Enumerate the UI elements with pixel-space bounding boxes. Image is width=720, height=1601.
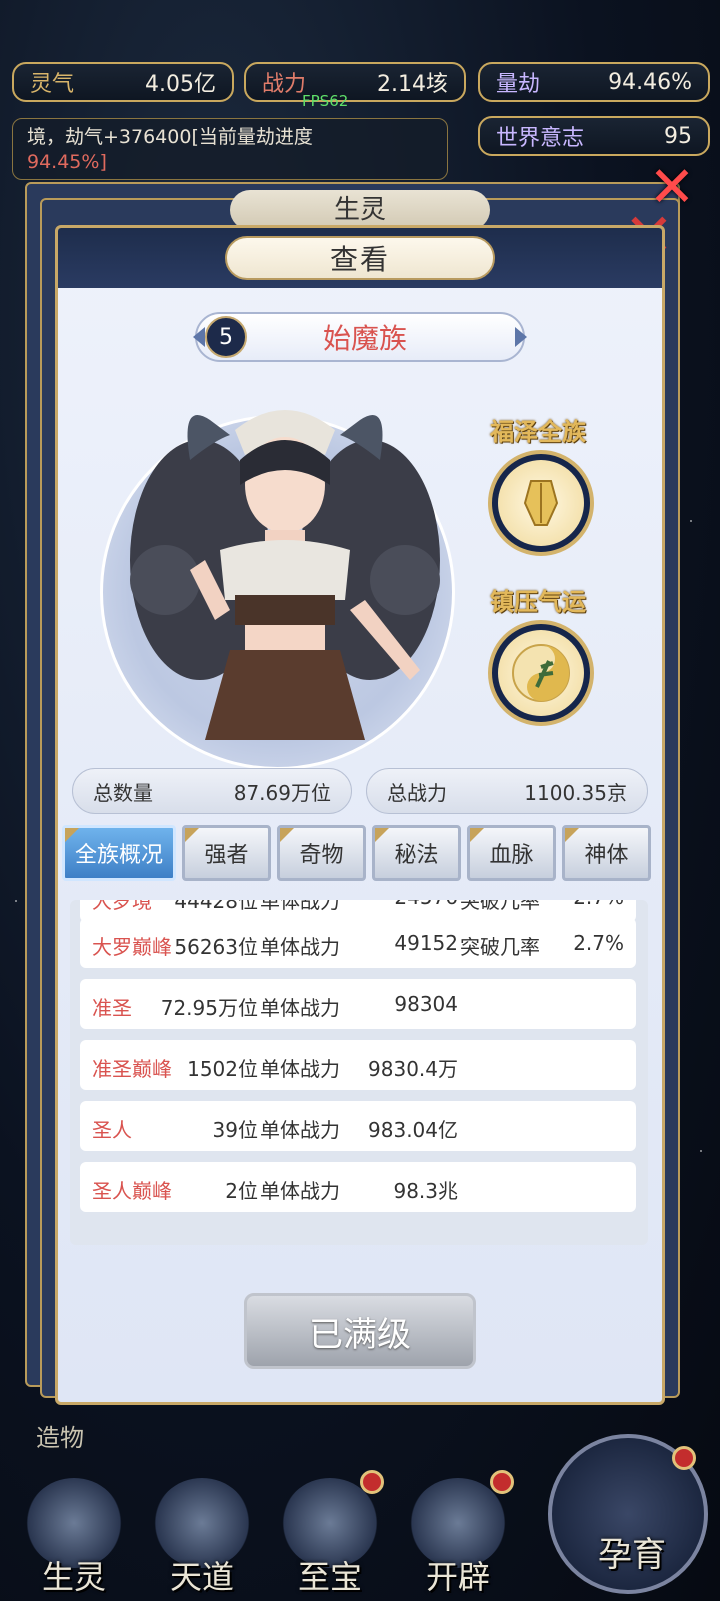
trait-title: 镇压气运 <box>490 587 586 616</box>
tab-bloodline[interactable]: 血脉 <box>467 825 556 881</box>
max-level-button[interactable]: 已满级 <box>244 1293 476 1369</box>
power-value: 9830.4万 <box>368 1057 458 1081</box>
nav-label: 孕育 <box>598 1535 666 1575</box>
total-count-label: 总数量 <box>93 780 153 805</box>
resource-lingqi: 灵气 4.05亿 <box>12 62 234 102</box>
race-name: 始魔族 <box>322 322 407 355</box>
nav-zaowu[interactable]: 造物 <box>36 1418 84 1453</box>
power-value: 98304 <box>394 992 458 1016</box>
total-power-value: 1100.35京 <box>524 780 627 805</box>
rank-count: 44428位 <box>174 900 258 913</box>
next-arrow-icon[interactable] <box>515 327 527 347</box>
list-item: 圣人 39位 单体战力 983.04亿 <box>80 1101 636 1151</box>
total-power-box: 总战力 1100.35京 <box>366 768 648 814</box>
resource-value: 95 <box>664 123 692 149</box>
message-progress: 94.45%] <box>27 151 107 173</box>
power-label: 单体战力 <box>260 1057 340 1081</box>
tab-overview[interactable]: 全族概况 <box>62 825 176 881</box>
resource-label: 战力 <box>262 72 307 97</box>
resource-zhanli: 战力 2.14垓 <box>244 62 466 102</box>
break-label: 突破几率 <box>460 935 540 959</box>
rank-count: 1502位 <box>187 1057 258 1081</box>
resource-world-will: 世界意志 95 <box>478 116 710 156</box>
rank-name: 大罗境 <box>92 900 152 913</box>
notification-dot <box>490 1470 514 1494</box>
rank-count: 72.95万位 <box>160 996 258 1020</box>
nav-label: 开辟 <box>425 1558 490 1596</box>
race-selector[interactable]: 5 始魔族 <box>193 312 527 362</box>
power-value: 983.04亿 <box>368 1118 458 1142</box>
rank-name: 准圣巅峰 <box>92 1057 172 1081</box>
break-label: 突破几率 <box>460 900 540 913</box>
dialog-title: 查看 <box>225 236 495 280</box>
break-rate: 2.7% <box>573 900 624 909</box>
prev-arrow-icon[interactable] <box>193 327 205 347</box>
dialog-header: 查看 <box>58 228 662 288</box>
power-label: 单体战力 <box>260 900 340 913</box>
rank-name: 圣人巅峰 <box>92 1179 172 1203</box>
power-label: 单体战力 <box>260 935 340 959</box>
total-count-box: 总数量 87.69万位 <box>72 768 352 814</box>
nav-label: 生灵 <box>41 1558 106 1596</box>
nav-tiandao[interactable]: 天道 <box>142 1478 262 1598</box>
rank-name: 大罗巅峰 <box>92 935 172 959</box>
race-number-badge: 5 <box>205 316 247 358</box>
power-value: 98.3兆 <box>393 1179 458 1203</box>
race-portrait-image <box>130 410 440 740</box>
nav-kaipi[interactable]: 开辟 <box>398 1478 518 1598</box>
background-title: 生灵 <box>230 190 490 230</box>
rank-count: 56263位 <box>174 935 258 959</box>
resource-liangjie: 量劫 94.46% <box>478 62 710 102</box>
notification-dot <box>360 1470 384 1494</box>
nav-label: 至宝 <box>297 1558 362 1596</box>
tab-strong[interactable]: 强者 <box>182 825 271 881</box>
resource-label: 灵气 <box>30 72 75 97</box>
power-label: 单体战力 <box>260 996 340 1020</box>
event-message: 境，劫气+376400[当前量劫进度 94.45%] <box>12 118 448 180</box>
tab-divine-body[interactable]: 神体 <box>562 825 651 881</box>
power-label: 单体战力 <box>260 1118 340 1142</box>
power-label: 单体战力 <box>260 1179 340 1203</box>
tab-secret-art[interactable]: 秘法 <box>372 825 461 881</box>
nav-zhibao[interactable]: 至宝 <box>270 1478 390 1598</box>
resource-value: 4.05亿 <box>145 72 216 97</box>
list-item: 准圣巅峰 1502位 单体战力 9830.4万 <box>80 1040 636 1090</box>
rank-name: 准圣 <box>92 996 132 1020</box>
golden-armor-icon[interactable] <box>488 450 594 556</box>
list-item: 圣人巅峰 2位 单体战力 98.3兆 <box>80 1162 636 1212</box>
resource-value: 94.46% <box>608 69 692 95</box>
message-line: 境，劫气+376400[当前量劫进度 <box>27 126 313 148</box>
power-value: 24576 <box>394 900 458 909</box>
nav-shengling[interactable]: 生灵 <box>14 1478 134 1598</box>
rank-list[interactable]: 大罗境 44428位 单体战力 24576 突破几率 2.7% 大罗巅峰 562… <box>70 900 648 1245</box>
break-rate: 2.7% <box>573 931 624 955</box>
list-item: 准圣 72.95万位 单体战力 98304 <box>80 979 636 1029</box>
trait-title: 福泽全族 <box>490 417 586 446</box>
rank-count: 2位 <box>225 1179 258 1203</box>
resource-label: 量劫 <box>496 72 541 97</box>
total-power-label: 总战力 <box>387 780 447 805</box>
resource-label: 世界意志 <box>496 126 585 151</box>
power-value: 49152 <box>394 931 458 955</box>
notification-dot <box>672 1446 696 1470</box>
total-count-value: 87.69万位 <box>233 780 331 805</box>
pine-taiji-icon[interactable] <box>488 620 594 726</box>
list-item: 大罗巅峰 56263位 单体战力 49152 突破几率 2.7% <box>80 918 636 968</box>
tab-treasure[interactable]: 奇物 <box>277 825 366 881</box>
rank-count: 39位 <box>212 1118 258 1142</box>
tab-bar: 全族概况 强者 奇物 秘法 血脉 神体 <box>62 825 651 881</box>
resource-value: 2.14垓 <box>377 72 448 97</box>
fps-counter: FPS62 <box>302 92 349 110</box>
rank-name: 圣人 <box>92 1118 132 1142</box>
nav-label: 天道 <box>169 1558 234 1596</box>
